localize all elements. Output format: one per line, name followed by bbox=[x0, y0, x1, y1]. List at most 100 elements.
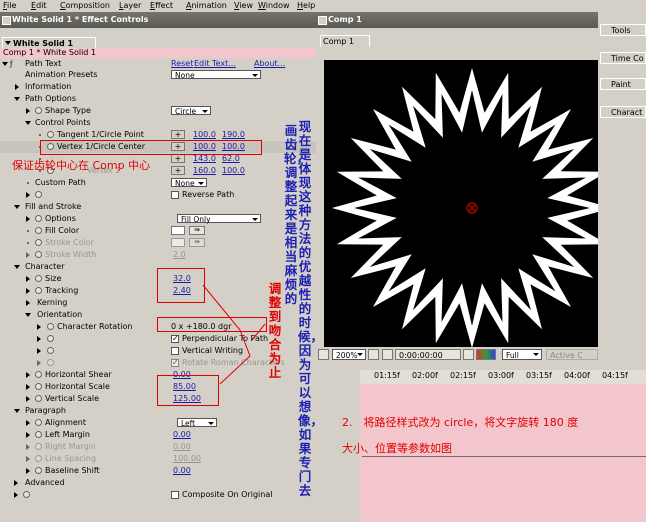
menu-window[interactable]: Window bbox=[258, 0, 290, 12]
stopwatch-icon[interactable] bbox=[35, 419, 42, 426]
twirl-right-icon[interactable] bbox=[14, 480, 18, 486]
stopwatch-icon[interactable] bbox=[47, 323, 54, 330]
region-icon[interactable] bbox=[318, 349, 329, 360]
twirl-right-icon[interactable] bbox=[26, 192, 30, 198]
menu-effect[interactable]: Effect bbox=[150, 0, 173, 12]
twirl-right-icon[interactable] bbox=[26, 456, 30, 462]
safe-zones-icon[interactable] bbox=[368, 349, 379, 360]
character-panel-tab[interactable]: Charact bbox=[600, 106, 646, 118]
menu-help[interactable]: Help bbox=[297, 0, 315, 12]
menu-composition[interactable]: Composition bbox=[60, 0, 110, 12]
stopwatch-icon[interactable] bbox=[35, 107, 42, 114]
animation-presets-dropdown[interactable]: None bbox=[171, 70, 261, 80]
twirl-right-icon[interactable] bbox=[26, 384, 30, 390]
shape-type-dropdown[interactable]: Circle bbox=[171, 106, 211, 116]
right-margin-value[interactable]: 0.00 bbox=[173, 441, 191, 453]
stopwatch-icon[interactable] bbox=[35, 215, 42, 222]
stopwatch-icon[interactable] bbox=[47, 359, 54, 366]
twirl-right-icon[interactable] bbox=[37, 336, 41, 342]
twirl-down-icon[interactable] bbox=[14, 205, 20, 209]
stopwatch-icon[interactable] bbox=[35, 227, 42, 234]
camera-dropdown[interactable]: Active C bbox=[546, 349, 598, 360]
vertex2-x[interactable]: 160.0 bbox=[193, 165, 216, 177]
twirl-right-icon[interactable] bbox=[15, 84, 19, 90]
composite-checkbox[interactable] bbox=[171, 491, 179, 499]
options-dropdown[interactable]: Fill Only bbox=[177, 214, 261, 224]
effect-controls-title-bar[interactable]: White Solid 1 * Effect Controls bbox=[0, 12, 316, 28]
eyedropper-icon[interactable]: ⇛ bbox=[189, 238, 205, 247]
perpendicular-checkbox[interactable]: ✓ bbox=[171, 335, 179, 343]
menu-layer[interactable]: Layer bbox=[119, 0, 141, 12]
line-spacing-value[interactable]: 100.00 bbox=[173, 453, 201, 465]
stopwatch-icon[interactable] bbox=[35, 191, 42, 198]
stopwatch-icon[interactable] bbox=[35, 287, 42, 294]
time-controls-panel-tab[interactable]: Time Co bbox=[600, 52, 646, 64]
timeline-ruler[interactable]: 01:15f 02:00f 02:15f 03:00f 03:15f 04:00… bbox=[360, 370, 646, 384]
menu-animation[interactable]: Animation bbox=[186, 0, 227, 12]
grid-icon[interactable] bbox=[382, 349, 393, 360]
reverse-path-checkbox[interactable] bbox=[171, 191, 179, 199]
twirl-right-icon[interactable] bbox=[26, 372, 30, 378]
vertical-writing-checkbox[interactable] bbox=[171, 347, 179, 355]
vertex2-y[interactable]: 100.0 bbox=[222, 165, 245, 177]
stopwatch-icon[interactable] bbox=[35, 443, 42, 450]
left-margin-value[interactable]: 0.00 bbox=[173, 429, 191, 441]
twirl-down-icon[interactable] bbox=[14, 97, 20, 101]
stroke-color-swatch[interactable] bbox=[171, 238, 185, 247]
custom-path-dropdown[interactable]: None bbox=[171, 178, 207, 188]
resolution-dropdown[interactable]: Full bbox=[502, 349, 542, 360]
stopwatch-icon[interactable] bbox=[47, 131, 54, 138]
twirl-right-icon[interactable] bbox=[26, 396, 30, 402]
stopwatch-icon[interactable] bbox=[35, 455, 42, 462]
eyedropper-icon[interactable]: ⇛ bbox=[189, 226, 205, 235]
zoom-dropdown[interactable]: 200% bbox=[332, 349, 366, 360]
menu-file[interactable]: File bbox=[3, 0, 16, 12]
stopwatch-icon[interactable] bbox=[35, 431, 42, 438]
timecode-display[interactable]: 0:00:00:00 bbox=[395, 349, 461, 360]
crosshair-icon[interactable]: + bbox=[171, 130, 185, 139]
tools-panel-tab[interactable]: Tools bbox=[600, 24, 646, 36]
twirl-right-icon[interactable] bbox=[26, 276, 30, 282]
composition-title-bar[interactable]: Comp 1 bbox=[316, 12, 598, 28]
stopwatch-icon[interactable] bbox=[47, 347, 54, 354]
paint-panel-tab[interactable]: Paint bbox=[600, 78, 646, 90]
stopwatch-icon[interactable] bbox=[35, 467, 42, 474]
menu-edit[interactable]: Edit bbox=[31, 0, 47, 12]
twirl-right-icon[interactable] bbox=[37, 348, 41, 354]
close-icon[interactable] bbox=[318, 16, 327, 25]
baseline-shift-value[interactable]: 0.00 bbox=[173, 465, 191, 477]
twirl-right-icon[interactable] bbox=[14, 492, 18, 498]
channel-icon[interactable] bbox=[476, 349, 496, 360]
alignment-dropdown[interactable]: Left bbox=[177, 418, 217, 428]
stopwatch-icon[interactable] bbox=[35, 371, 42, 378]
tab-comp[interactable]: Comp 1 bbox=[320, 35, 370, 47]
twirl-right-icon[interactable] bbox=[26, 252, 30, 258]
stopwatch-icon[interactable] bbox=[35, 383, 42, 390]
stroke-width-value[interactable]: 2.0 bbox=[173, 249, 186, 261]
twirl-down-icon[interactable] bbox=[14, 409, 20, 413]
twirl-right-icon[interactable] bbox=[26, 468, 30, 474]
twirl-right-icon[interactable] bbox=[26, 432, 30, 438]
fill-color-swatch[interactable] bbox=[171, 226, 185, 235]
twirl-right-icon[interactable] bbox=[26, 420, 30, 426]
stopwatch-icon[interactable] bbox=[35, 275, 42, 282]
composition-viewer[interactable] bbox=[324, 60, 615, 348]
twirl-right-icon[interactable] bbox=[37, 324, 41, 330]
twirl-right-icon[interactable] bbox=[26, 288, 30, 294]
twirl-right-icon[interactable] bbox=[26, 444, 30, 450]
rotate-roman-checkbox[interactable]: ✓ bbox=[171, 359, 179, 367]
twirl-right-icon[interactable] bbox=[26, 216, 30, 222]
snapshot-icon[interactable] bbox=[463, 349, 474, 360]
stopwatch-icon[interactable] bbox=[35, 251, 42, 258]
twirl-down-icon[interactable] bbox=[25, 313, 31, 317]
twirl-right-icon[interactable] bbox=[37, 360, 41, 366]
crosshair-icon[interactable]: + bbox=[171, 154, 185, 163]
menu-view[interactable]: View bbox=[234, 0, 253, 12]
stopwatch-icon[interactable] bbox=[35, 239, 42, 246]
stopwatch-icon[interactable] bbox=[47, 335, 54, 342]
twirl-right-icon[interactable] bbox=[26, 108, 30, 114]
twirl-right-icon[interactable] bbox=[26, 300, 30, 306]
twirl-down-icon[interactable] bbox=[25, 121, 31, 125]
stopwatch-icon[interactable] bbox=[35, 395, 42, 402]
twirl-down-icon[interactable] bbox=[2, 62, 8, 66]
